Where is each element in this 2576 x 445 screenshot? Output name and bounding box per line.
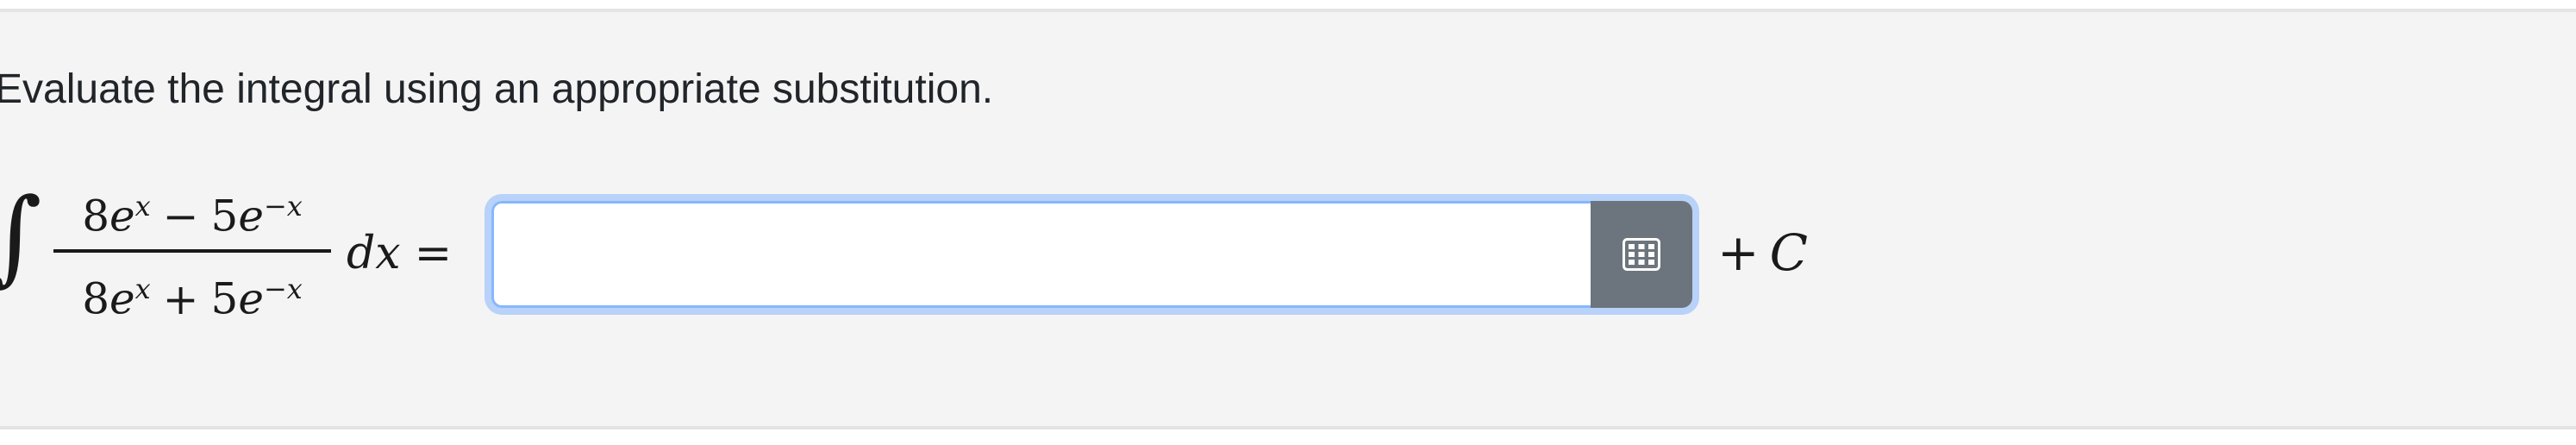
numerator-exp-base-2: e	[238, 191, 264, 241]
integrand-fraction: 8ex −5e−x 8ex +5e−x	[53, 179, 331, 324]
top-strip	[0, 0, 2576, 9]
keypad-icon	[1623, 238, 1660, 271]
math-keypad-button[interactable]	[1591, 201, 1692, 308]
fraction-bar	[53, 249, 331, 253]
fraction-numerator: 8ex −5e−x	[53, 179, 331, 243]
numerator-exp-base-1: e	[109, 191, 135, 241]
denominator-coefficient-b: 5	[210, 273, 239, 324]
denominator-operator: +	[162, 273, 199, 324]
differential-and-equals: dx =	[347, 226, 452, 281]
numerator-operator: −	[162, 191, 199, 241]
plus-sign: +	[1717, 223, 1760, 282]
numerator-coefficient-b: 5	[210, 191, 239, 241]
denominator-coefficient-a: 8	[82, 273, 109, 324]
differential: dx	[347, 228, 401, 279]
bottom-strip	[0, 429, 2576, 445]
fraction-denominator: 8ex +5e−x	[53, 262, 331, 326]
answer-input-group	[491, 201, 1692, 308]
constant-c: C	[1769, 223, 1808, 282]
numerator-exponent-1: x	[134, 190, 151, 222]
denominator-exp-base-2: e	[238, 273, 264, 324]
equals-sign: =	[414, 228, 453, 279]
denominator-exp-base-1: e	[109, 273, 135, 324]
question-instruction: Evaluate the integral using an appropria…	[0, 66, 994, 112]
denominator-exponent-1: x	[134, 273, 151, 305]
integral-sign: ∫	[0, 177, 42, 298]
plus-constant: + C	[1717, 222, 1808, 283]
denominator-exponent-2: −x	[263, 273, 303, 305]
numerator-coefficient-a: 8	[82, 191, 109, 241]
numerator-exponent-2: −x	[263, 190, 303, 222]
answer-input[interactable]	[491, 201, 1591, 308]
